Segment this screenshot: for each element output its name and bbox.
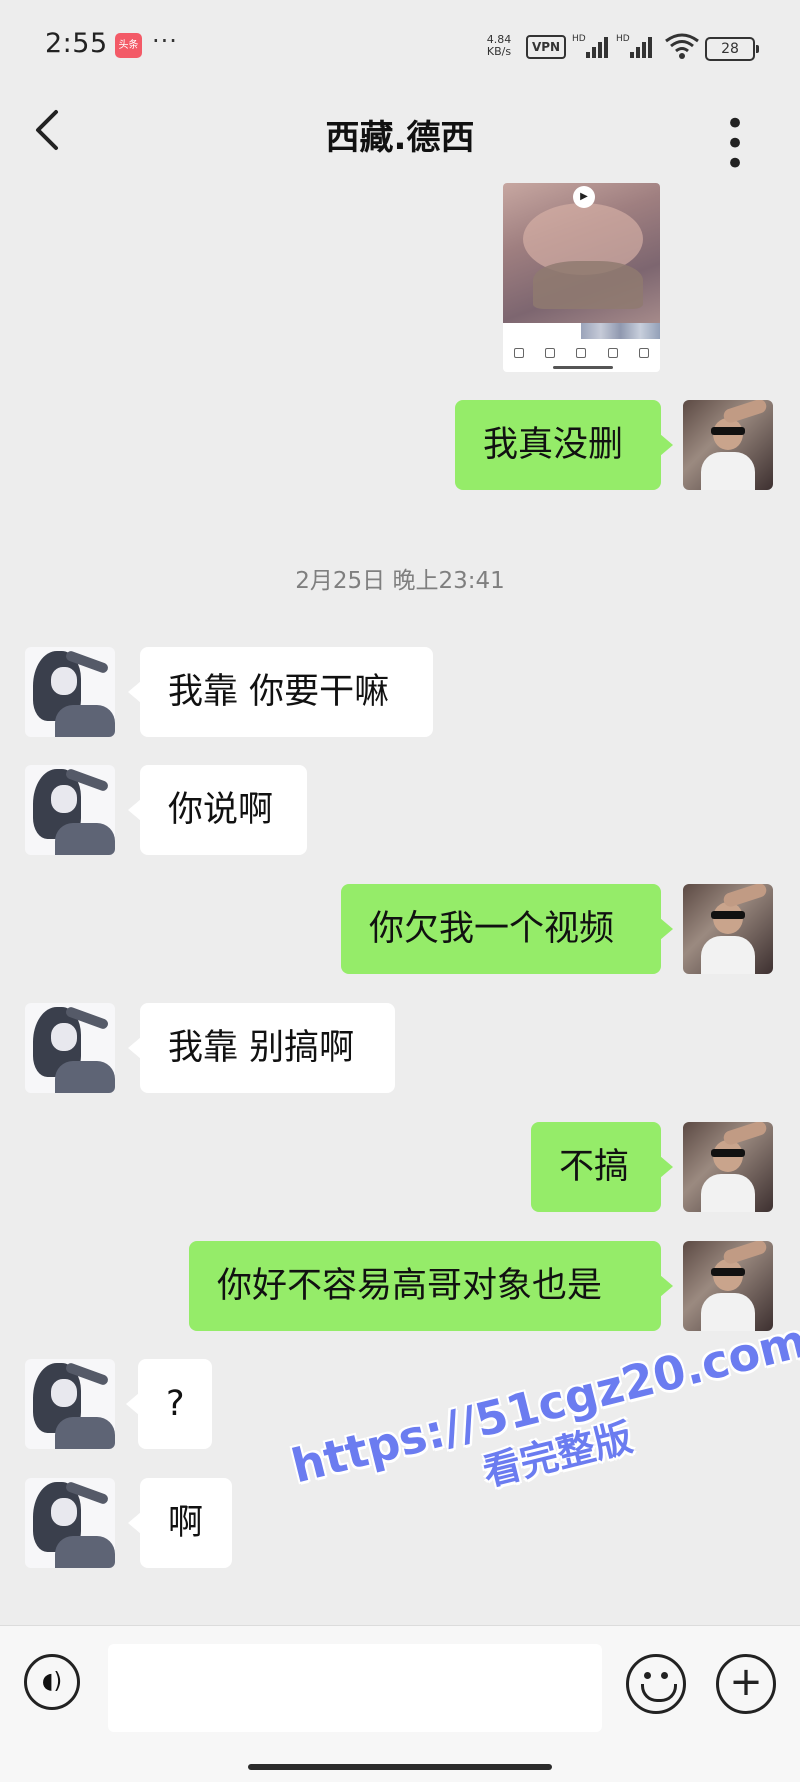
svg-text:HD: HD <box>616 34 630 44</box>
thumbnail-toolbar <box>503 341 660 365</box>
signal-hd-icon-2: HD <box>616 34 652 58</box>
emoji-icon[interactable] <box>626 1654 686 1714</box>
battery-icon: 28 <box>705 37 759 61</box>
avatar-contact[interactable] <box>25 765 115 855</box>
message-bubble-incoming[interactable]: 我靠 别搞啊 <box>128 1003 395 1093</box>
vpn-icon: VPN <box>526 35 566 59</box>
message-bubble-incoming[interactable]: 你说啊 <box>128 765 307 855</box>
wifi-icon <box>665 33 699 59</box>
plus-icon[interactable]: + <box>716 1654 776 1714</box>
video-message-thumbnail[interactable]: ▶ <box>503 183 660 372</box>
thumbnail-strip <box>581 323 660 339</box>
watermark: https://51cgz20.com 看完整版 <box>286 1313 800 1541</box>
status-dots: ··· <box>152 27 178 55</box>
avatar-contact[interactable] <box>25 1359 115 1449</box>
chat-title: 西藏.德西 <box>325 118 475 158</box>
home-indicator-thumb <box>553 366 613 369</box>
play-icon[interactable]: ▶ <box>573 186 595 208</box>
avatar-self[interactable] <box>683 884 773 974</box>
message-input[interactable] <box>108 1644 602 1732</box>
signal-hd-icon: HD <box>572 34 608 58</box>
avatar-self[interactable] <box>683 1241 773 1331</box>
voice-icon[interactable]: ◖) <box>24 1654 80 1710</box>
message-bubble-incoming[interactable]: 啊 <box>128 1478 232 1568</box>
message-input-bar: ◖) + <box>0 1625 800 1782</box>
chevron-left-icon[interactable] <box>32 108 64 152</box>
status-time: 2:55 <box>45 28 108 59</box>
message-bubble-outgoing[interactable]: 我真没删 <box>455 400 673 490</box>
app-badge-icon: 头条 <box>115 33 142 58</box>
message-bubble-outgoing[interactable]: 你好不容易高哥对象也是 <box>189 1241 673 1331</box>
avatar-self[interactable] <box>683 400 773 490</box>
message-bubble-incoming[interactable]: ? <box>126 1359 212 1449</box>
home-indicator <box>248 1764 552 1770</box>
more-horizontal-icon[interactable]: • • • <box>712 107 760 181</box>
net-speed-unit: KB/s <box>486 45 512 58</box>
avatar-self[interactable] <box>683 1122 773 1212</box>
status-bar: 2:55 头条 ··· 4.84 KB/s VPN HD HD 28 <box>0 0 800 96</box>
avatar-contact[interactable] <box>25 647 115 737</box>
svg-text:HD: HD <box>572 34 586 44</box>
message-bubble-outgoing[interactable]: 你欠我一个视频 <box>341 884 673 974</box>
message-bubble-incoming[interactable]: 我靠 你要干嘛 <box>128 647 433 737</box>
chat-timestamp: 2月25日 晚上23:41 <box>295 568 505 594</box>
net-speed: 4.84 KB/s <box>482 34 516 58</box>
avatar-contact[interactable] <box>25 1478 115 1568</box>
message-bubble-outgoing[interactable]: 不搞 <box>531 1122 673 1212</box>
avatar-contact[interactable] <box>25 1003 115 1093</box>
